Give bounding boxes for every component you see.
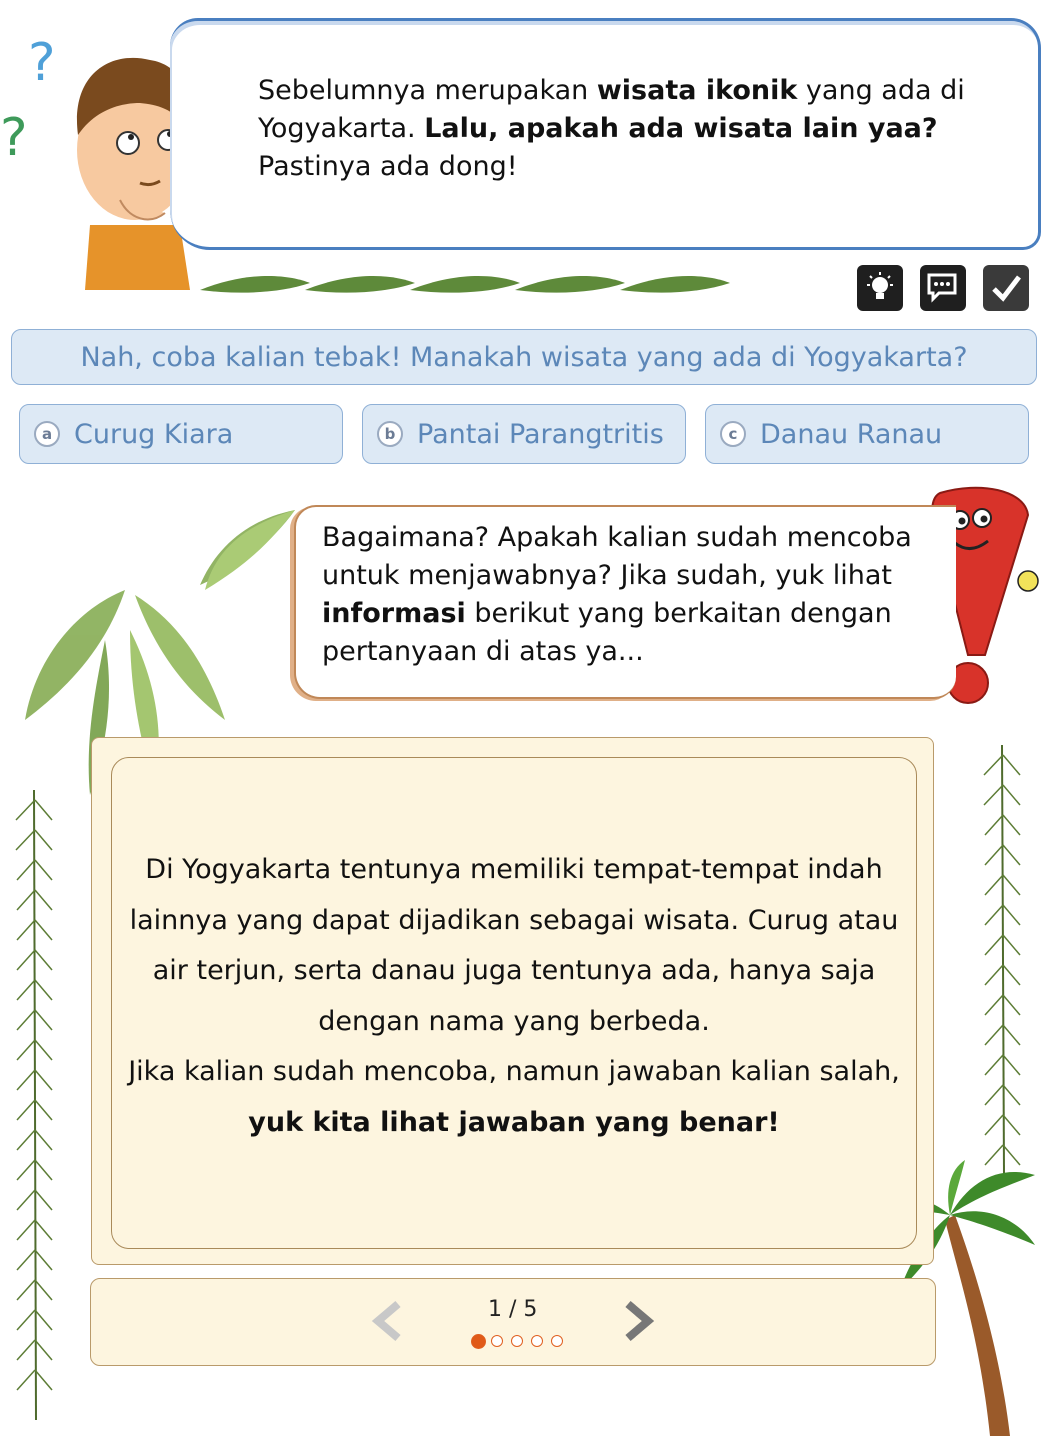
checkmark-icon <box>992 275 1021 302</box>
hint-button[interactable] <box>857 265 903 311</box>
chevron-right-icon <box>625 1300 655 1342</box>
option-label: Curug Kiara <box>74 418 234 450</box>
discussion-icon <box>927 273 957 303</box>
discussion-button[interactable] <box>920 265 966 311</box>
page-dot-5[interactable] <box>551 1335 563 1347</box>
frond-divider <box>200 275 730 293</box>
option-label: Danau Ranau <box>760 418 943 450</box>
lightbulb-icon <box>867 272 893 299</box>
next-page-button[interactable] <box>620 1300 658 1342</box>
question-prompt: Nah, coba kalian tebak! Manakah wisata y… <box>11 329 1037 385</box>
pagination-bar <box>90 1278 936 1366</box>
svg-text:?: ? <box>28 33 56 93</box>
option-b-button[interactable]: b Pantai Parangtritis <box>362 404 686 464</box>
check-answer-button[interactable] <box>983 265 1029 311</box>
page-dot-3[interactable] <box>511 1335 523 1347</box>
option-badge: b <box>377 421 403 447</box>
chevron-left-icon <box>371 1300 401 1342</box>
info-card-text: Di Yogyakarta tentunya memiliki tempat-t… <box>128 854 900 1138</box>
palm-frond-left-border <box>15 790 53 1420</box>
page-dot-1[interactable] <box>471 1334 486 1349</box>
prompt-text: Bagaimana? Apakah kalian sudah mencoba u… <box>322 522 912 667</box>
option-badge: c <box>720 421 746 447</box>
option-c-button[interactable]: c Danau Ranau <box>705 404 1029 464</box>
svg-text:?: ? <box>0 108 28 168</box>
intro-text: Sebelumnya merupakan wisata ikonik yang … <box>258 75 965 182</box>
page-dot-4[interactable] <box>531 1335 543 1347</box>
page-counter: 1 / 5 <box>488 1297 538 1322</box>
palm-frond-right-border <box>983 745 1021 1175</box>
option-a-button[interactable]: a Curug Kiara <box>19 404 343 464</box>
page-dot-2[interactable] <box>491 1335 503 1347</box>
option-badge: a <box>34 421 60 447</box>
option-label: Pantai Parangtritis <box>417 418 664 450</box>
prev-page-button[interactable] <box>368 1300 406 1342</box>
